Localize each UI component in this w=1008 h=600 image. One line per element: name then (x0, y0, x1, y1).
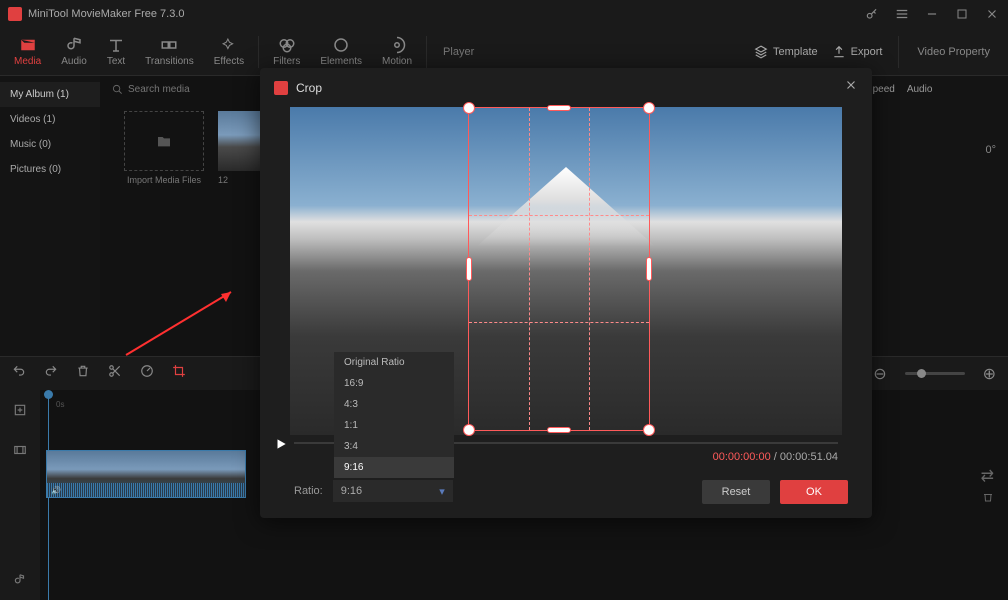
timecode: 00:00:00:00 / 00:00:51.04 (713, 451, 838, 463)
maximize-icon[interactable] (954, 6, 970, 22)
modal-logo-icon (274, 81, 288, 95)
crop-handle-br[interactable] (643, 424, 655, 436)
redo-icon[interactable] (44, 364, 58, 383)
template-button[interactable]: Template (754, 45, 818, 59)
tab-transitions[interactable]: Transitions (135, 32, 204, 71)
ratio-option[interactable]: 1:1 (334, 415, 454, 436)
key-icon[interactable] (864, 6, 880, 22)
ratio-option[interactable]: Original Ratio (334, 352, 454, 373)
search-input[interactable] (128, 84, 248, 95)
speaker-icon: 🔊 (51, 486, 61, 495)
zoom-slider[interactable] (905, 372, 965, 375)
sidebar-item-music[interactable]: Music (0) (0, 132, 100, 157)
ratio-dropdown: Original Ratio 16:9 4:3 1:1 3:4 9:16 (334, 352, 454, 478)
tab-audio[interactable]: Audio (51, 32, 97, 71)
search-icon (112, 84, 123, 95)
crop-handle-b[interactable] (547, 427, 571, 433)
timeline-clip[interactable]: 🔊 (46, 450, 246, 498)
delete-icon[interactable] (76, 364, 90, 383)
ratio-select[interactable]: 9:16 ▾ (333, 480, 453, 502)
tab-label: Media (14, 56, 41, 67)
modal-title: Crop (296, 81, 322, 95)
tab-label: Filters (273, 56, 300, 67)
undo-icon[interactable] (12, 364, 26, 383)
tab-label: Audio (61, 56, 87, 67)
track-delete-icon[interactable] (982, 490, 994, 508)
crop-handle-l[interactable] (466, 257, 472, 281)
player-label: Player (431, 46, 742, 58)
ratio-option[interactable]: 9:16 (334, 457, 454, 478)
crop-rectangle[interactable] (468, 107, 650, 431)
ratio-option[interactable]: 16:9 (334, 373, 454, 394)
sidebar-item-album[interactable]: My Album (1) (0, 82, 100, 107)
tab-elements[interactable]: Elements (310, 32, 372, 71)
ruler-zero: 0s (56, 400, 64, 409)
prop-tab-audio[interactable]: Audio (907, 84, 933, 95)
titlebar: MiniTool MovieMaker Free 7.3.0 (0, 0, 1008, 28)
crop-handle-tr[interactable] (643, 102, 655, 114)
audio-track-icon[interactable] (0, 560, 40, 600)
close-icon[interactable] (984, 6, 1000, 22)
ratio-option[interactable]: 4:3 (334, 394, 454, 415)
reset-button[interactable]: Reset (702, 480, 770, 504)
import-label: Import Media Files (124, 175, 204, 185)
ratio-label: Ratio: (294, 485, 323, 497)
tab-effects[interactable]: Effects (204, 32, 254, 71)
sidebar-item-videos[interactable]: Videos (1) (0, 107, 100, 132)
crop-icon[interactable] (172, 364, 186, 383)
ok-button[interactable]: OK (780, 480, 848, 504)
tab-filters[interactable]: Filters (263, 32, 310, 71)
chevron-down-icon: ▾ (439, 485, 445, 498)
crop-handle-r[interactable] (646, 257, 652, 281)
video-property-label: Video Property (903, 46, 1004, 58)
tab-label: Effects (214, 56, 244, 67)
tab-label: Text (107, 56, 125, 67)
app-title: MiniTool MovieMaker Free 7.3.0 (28, 8, 185, 20)
app-logo-icon (8, 7, 22, 21)
modal-close-button[interactable] (844, 78, 858, 97)
zoom-in-icon[interactable]: ⊕ (983, 364, 996, 384)
import-media-button[interactable] (124, 111, 204, 171)
crop-handle-tl[interactable] (463, 102, 475, 114)
video-track-icon[interactable] (0, 430, 40, 470)
crop-handle-t[interactable] (547, 105, 571, 111)
tab-text[interactable]: Text (97, 32, 135, 71)
media-sidebar: My Album (1) Videos (1) Music (0) Pictur… (0, 76, 100, 356)
swap-icon[interactable]: ⇄ (981, 466, 994, 486)
add-track-icon[interactable] (0, 390, 40, 430)
speed-icon[interactable] (140, 364, 154, 383)
sidebar-item-pictures[interactable]: Pictures (0) (0, 157, 100, 182)
export-button[interactable]: Export (832, 45, 883, 59)
zoom-out-icon[interactable]: ⊖ (873, 364, 886, 384)
tab-label: Motion (382, 56, 412, 67)
tab-motion[interactable]: Motion (372, 32, 422, 71)
split-icon[interactable] (108, 364, 122, 383)
play-button[interactable] (274, 437, 288, 456)
minimize-icon[interactable] (924, 6, 940, 22)
tab-label: Transitions (145, 56, 194, 67)
tab-label: Elements (320, 56, 362, 67)
tab-media[interactable]: Media (4, 32, 51, 71)
crop-modal: Crop 00:00:00:00 / 00:00:51.04 Original … (260, 68, 872, 518)
ratio-option[interactable]: 3:4 (334, 436, 454, 457)
crop-handle-bl[interactable] (463, 424, 475, 436)
menu-icon[interactable] (894, 6, 910, 22)
